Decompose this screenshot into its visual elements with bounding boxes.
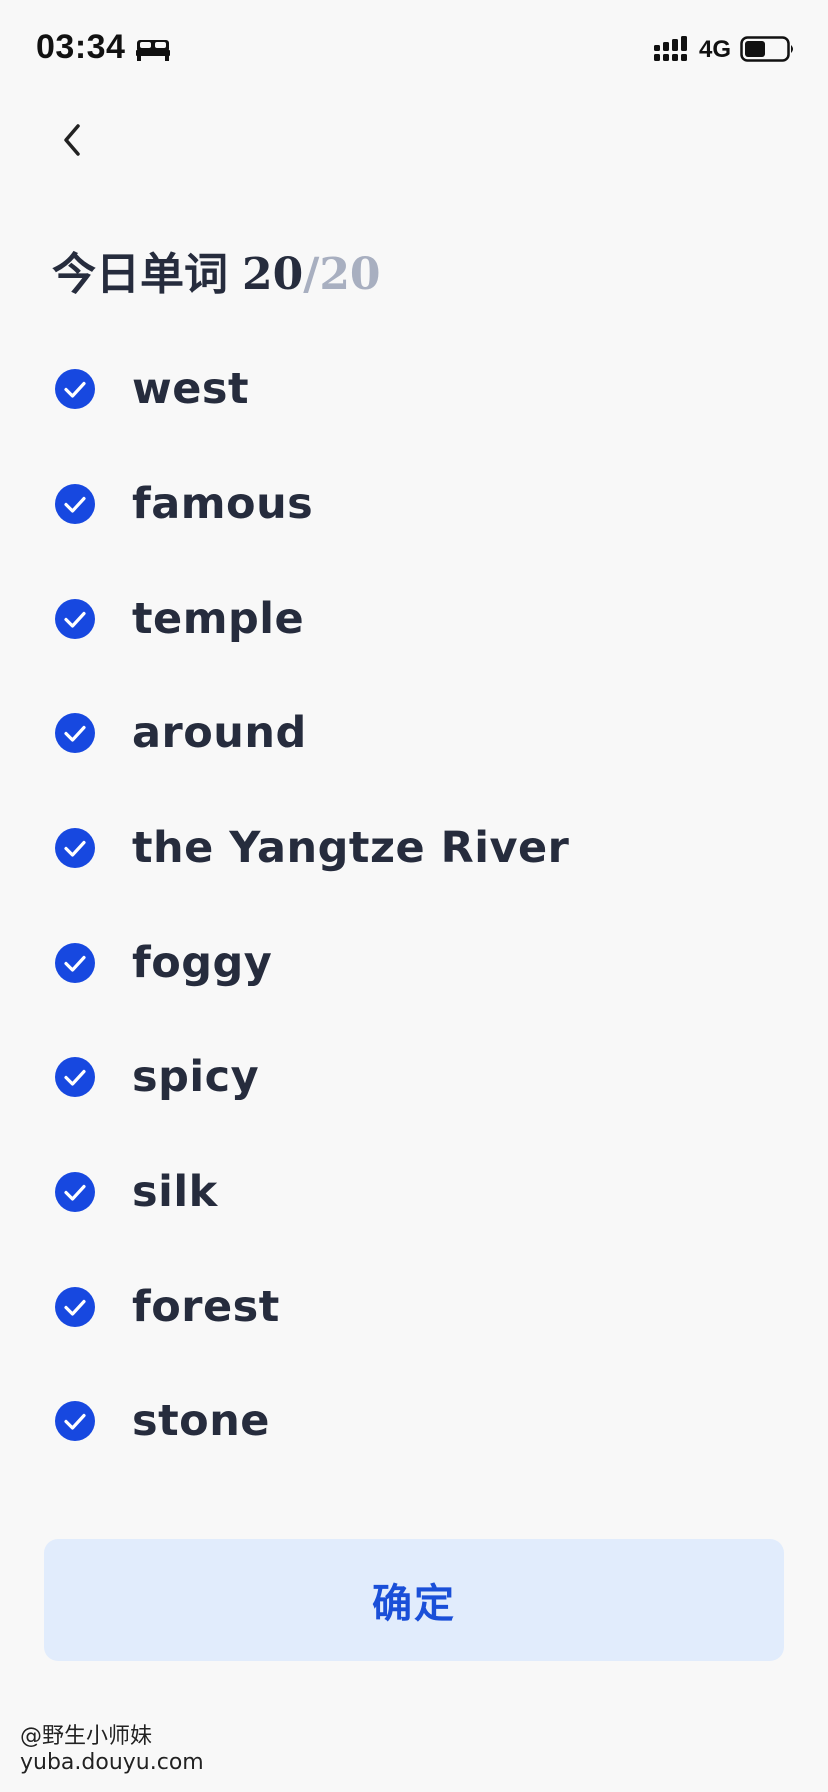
status-bar: 03:34 4G bbox=[0, 0, 828, 100]
status-time: 03:34 bbox=[36, 28, 126, 66]
word-item[interactable]: foggy bbox=[0, 924, 828, 1004]
word-label: spicy bbox=[132, 1052, 260, 1102]
battery-icon bbox=[740, 36, 793, 62]
word-label: west bbox=[132, 364, 250, 414]
word-item[interactable]: stone bbox=[0, 1382, 828, 1462]
bed-icon bbox=[136, 40, 170, 61]
progress-separator: / bbox=[303, 249, 320, 300]
word-item[interactable]: west bbox=[0, 350, 828, 430]
word-label: around bbox=[132, 708, 307, 758]
confirm-label: 确定 bbox=[372, 1581, 456, 1627]
page-title: 今日单词 20/20 bbox=[52, 238, 381, 302]
word-label: forest bbox=[132, 1282, 280, 1332]
check-circle-icon[interactable] bbox=[55, 484, 95, 524]
word-item[interactable]: silk bbox=[0, 1153, 828, 1233]
check-circle-icon[interactable] bbox=[55, 1287, 95, 1327]
network-label: 4G bbox=[699, 36, 732, 63]
progress-current: 20 bbox=[242, 249, 304, 300]
check-circle-icon[interactable] bbox=[55, 1401, 95, 1441]
chevron-left-icon bbox=[64, 124, 80, 156]
word-label: silk bbox=[132, 1167, 218, 1217]
confirm-button[interactable]: 确定 bbox=[44, 1539, 784, 1661]
check-circle-icon[interactable] bbox=[55, 828, 95, 868]
word-label: famous bbox=[132, 479, 314, 529]
word-label: the Yangtze River bbox=[132, 823, 570, 873]
back-button[interactable] bbox=[50, 114, 94, 166]
watermark-handle: @野生小师妹 bbox=[20, 1724, 153, 1749]
check-circle-icon[interactable] bbox=[55, 1057, 95, 1097]
watermark: @野生小师妹 yuba.douyu.com bbox=[20, 1724, 204, 1776]
check-circle-icon[interactable] bbox=[55, 1172, 95, 1212]
check-circle-icon[interactable] bbox=[55, 713, 95, 753]
word-label: temple bbox=[132, 594, 305, 644]
word-label: stone bbox=[132, 1396, 270, 1446]
check-circle-icon[interactable] bbox=[55, 943, 95, 983]
word-item[interactable]: the Yangtze River bbox=[0, 809, 828, 889]
signal-icon bbox=[654, 36, 687, 61]
progress-counter: 20/20 bbox=[242, 249, 381, 300]
word-item[interactable]: forest bbox=[0, 1268, 828, 1348]
watermark-site: yuba.douyu.com bbox=[20, 1750, 204, 1775]
word-item[interactable]: around bbox=[0, 694, 828, 774]
check-circle-icon[interactable] bbox=[55, 369, 95, 409]
word-item[interactable]: temple bbox=[0, 580, 828, 660]
word-item[interactable]: spicy bbox=[0, 1038, 828, 1118]
progress-total: 20 bbox=[319, 249, 381, 300]
check-circle-icon[interactable] bbox=[55, 599, 95, 639]
title-text: 今日单词 bbox=[52, 249, 228, 300]
word-item[interactable]: famous bbox=[0, 465, 828, 545]
word-label: foggy bbox=[132, 938, 273, 988]
